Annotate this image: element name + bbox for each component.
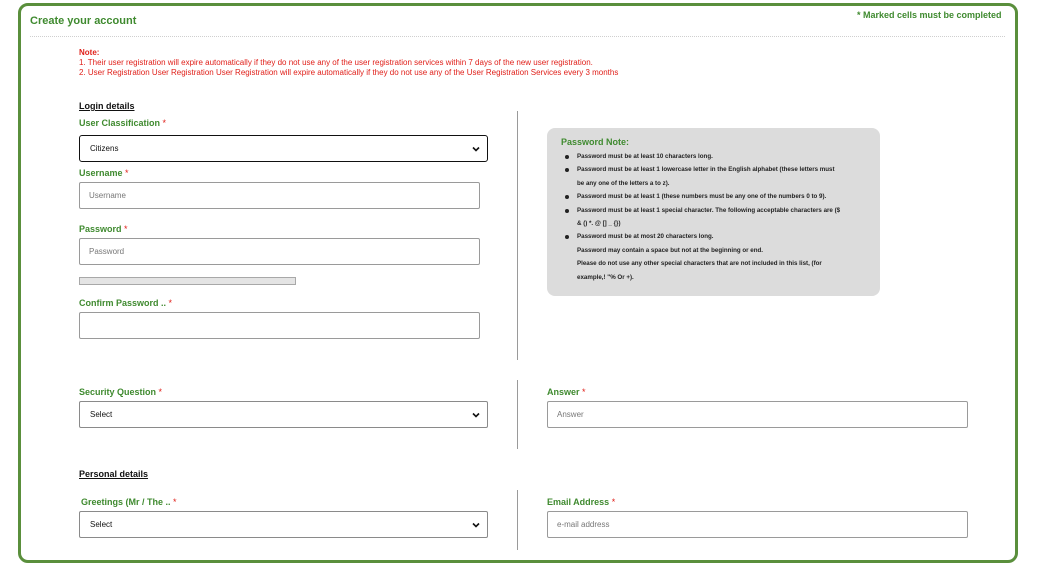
password-rule: be any one of the letters a to z). xyxy=(577,179,670,187)
required-asterisk: * xyxy=(162,118,167,128)
greetings-label-text: Greetings (Mr / The .. xyxy=(81,497,171,507)
answer-label-text: Answer xyxy=(547,387,580,397)
password-placeholder: Password xyxy=(89,247,125,256)
confirm-password-label-text: Confirm Password .. xyxy=(79,298,167,308)
password-rule: Password must be at least 1 (these numbe… xyxy=(565,190,870,203)
email-placeholder: e-mail address xyxy=(557,520,610,529)
note-line-1: 1. Their user registration will expire a… xyxy=(79,58,593,67)
confirm-password-label: Confirm Password .. * xyxy=(79,298,172,308)
email-input[interactable]: e-mail address xyxy=(547,511,968,538)
email-label-text: Email Address xyxy=(547,497,610,507)
column-divider xyxy=(517,111,518,360)
password-rule: Password must be at most 20 characters l… xyxy=(565,230,870,243)
answer-input[interactable]: Answer xyxy=(547,401,968,428)
page-title: Create your account xyxy=(30,15,137,27)
password-label: Password * xyxy=(79,224,128,234)
header-divider xyxy=(30,36,1005,37)
security-question-select[interactable]: Select xyxy=(79,401,488,428)
required-asterisk: * xyxy=(158,387,163,397)
username-label-text: Username xyxy=(79,168,123,178)
password-note-panel: Password Note: Password must be at least… xyxy=(547,128,880,296)
user-classification-select[interactable]: Citizens xyxy=(79,135,488,162)
chevron-down-icon xyxy=(472,522,480,528)
password-input[interactable]: Password xyxy=(79,238,480,265)
password-rule: Password must be at least 10 characters … xyxy=(565,150,870,163)
username-placeholder: Username xyxy=(89,191,126,200)
greetings-label: Greetings (Mr / The .. * xyxy=(81,497,177,507)
security-question-value: Select xyxy=(90,410,113,419)
required-asterisk: * xyxy=(125,168,129,178)
security-question-label: Security Question * xyxy=(79,387,162,397)
required-asterisk: * xyxy=(124,224,128,234)
required-asterisk: * xyxy=(168,298,173,308)
registration-note: Note: 1. Their user registration will ex… xyxy=(79,48,618,78)
email-label: Email Address * xyxy=(547,497,615,507)
required-asterisk: * xyxy=(582,387,586,397)
password-rule: Password must be at least 1 lowercase le… xyxy=(565,163,870,176)
column-divider xyxy=(517,490,518,550)
password-rule: Password may contain a space but not at … xyxy=(577,246,763,254)
answer-label: Answer * xyxy=(547,387,586,397)
answer-placeholder: Answer xyxy=(557,410,584,419)
password-rule: example,! "% Or +). xyxy=(577,273,634,281)
personal-details-heading: Personal details xyxy=(79,469,149,479)
password-rule: Please do not use any other special char… xyxy=(577,260,822,268)
required-asterisk: * xyxy=(173,497,177,507)
greetings-select[interactable]: Select xyxy=(79,511,488,538)
user-classification-value: Citizens xyxy=(90,144,119,153)
chevron-down-icon xyxy=(472,412,480,418)
password-strength-bar xyxy=(79,277,296,285)
password-label-text: Password xyxy=(79,224,122,234)
password-rule: & () *. @ [] _ {}) xyxy=(577,220,621,228)
required-fields-note: * Marked cells must be completed xyxy=(857,10,1002,20)
column-divider xyxy=(517,380,518,449)
greetings-value: Select xyxy=(90,520,113,529)
confirm-password-input[interactable] xyxy=(79,312,480,339)
password-rules-list: Password must be at least 10 characters … xyxy=(561,150,870,284)
required-asterisk: * xyxy=(611,497,616,507)
user-classification-label: User Classification * xyxy=(79,118,166,128)
security-question-label-text: Security Question xyxy=(79,387,157,397)
note-line-2: 2. User Registration User Registration U… xyxy=(79,68,619,77)
user-classification-label-text: User Classification xyxy=(79,118,161,128)
chevron-down-icon xyxy=(472,146,480,152)
username-input[interactable]: Username xyxy=(79,182,480,209)
password-note-title: Password Note: xyxy=(561,137,630,147)
password-rule: Password must be at least 1 special char… xyxy=(565,204,870,217)
username-label: Username * xyxy=(79,168,129,178)
note-title: Note: xyxy=(79,48,100,57)
login-details-heading: Login details xyxy=(79,101,135,111)
